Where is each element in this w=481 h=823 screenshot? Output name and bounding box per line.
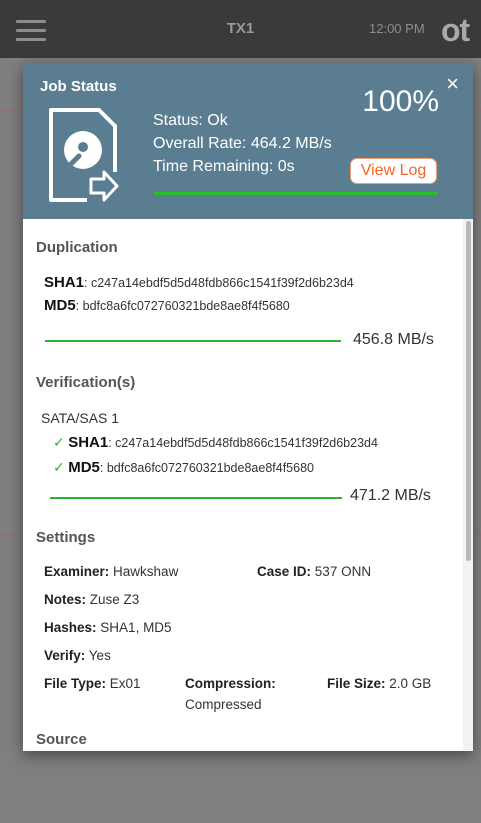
- file-type-value: Ex01: [109, 676, 141, 691]
- notes-label: Notes:: [44, 592, 87, 607]
- app-bar: TX1 12:00 PM ot: [0, 0, 481, 58]
- verify-value: Yes: [88, 648, 111, 663]
- setting-file-size: File Size: 2.0 GB: [327, 673, 431, 694]
- verification-rate: 471.2 MB/s: [350, 487, 431, 504]
- setting-compression: Compression: Compressed: [185, 673, 276, 715]
- sha1-label: SHA1: [68, 434, 109, 451]
- dialog-scrollbar[interactable]: [463, 219, 473, 751]
- md5-label: MD5: [44, 297, 76, 314]
- examiner-value: Hawkshaw: [113, 564, 179, 579]
- case-id-value: 537 ONN: [314, 564, 372, 579]
- verification-md5: ✓ MD5: bdfc8a6fc072760321bde8ae8f4f5680: [53, 459, 314, 476]
- setting-examiner: Examiner: Hawkshaw: [44, 561, 178, 582]
- overall-rate: Overall Rate: 464.2 MB/s: [153, 135, 332, 152]
- job-status-dialog: Job Status × 100% Status: Ok Overall Rat…: [23, 63, 473, 751]
- case-id-label: Case ID:: [257, 564, 312, 579]
- completion-percent: 100%: [362, 85, 439, 118]
- file-size-value: 2.0 GB: [389, 676, 432, 691]
- hashes-value: SHA1, MD5: [100, 620, 172, 635]
- verification-heading: Verification(s): [36, 374, 136, 391]
- verification-device: SATA/SAS 1: [41, 410, 120, 426]
- md5-value: : bdfc8a6fc072760321bde8ae8f4f5680: [99, 461, 314, 475]
- dialog-title: Job Status: [40, 78, 117, 95]
- job-status-lines: Status: Ok Overall Rate: 464.2 MB/s Time…: [153, 109, 332, 178]
- time-remaining: Time Remaining: 0s: [153, 158, 295, 175]
- clock: 12:00 PM: [369, 21, 425, 36]
- setting-file-type: File Type: Ex01: [44, 673, 141, 694]
- compression-value: Compressed: [185, 697, 262, 712]
- sha1-value: : c247a14ebdf5d5d48fdb866c1541f39f2d6b23…: [108, 436, 378, 450]
- brand-logo: ot: [441, 12, 470, 48]
- setting-verify: Verify: Yes: [44, 645, 111, 666]
- duplication-progress: [45, 340, 341, 342]
- verification-progress: [50, 497, 342, 499]
- job-status-header: Job Status × 100% Status: Ok Overall Rat…: [23, 63, 473, 219]
- setting-notes: Notes: Zuse Z3: [44, 589, 139, 610]
- duplication-sha1: SHA1: c247a14ebdf5d5d48fdb866c1541f39f2d…: [44, 274, 354, 291]
- hard-drive-export-icon: [49, 108, 119, 202]
- sha1-value: : c247a14ebdf5d5d48fdb866c1541f39f2d6b23…: [84, 276, 354, 290]
- setting-hashes: Hashes: SHA1, MD5: [44, 617, 172, 638]
- checkmark-icon: ✓: [53, 434, 65, 450]
- md5-label: MD5: [68, 459, 100, 476]
- close-icon[interactable]: ×: [446, 73, 459, 95]
- file-type-label: File Type:: [44, 676, 107, 691]
- dialog-body: Duplication SHA1: c247a14ebdf5d5d48fdb86…: [23, 219, 463, 751]
- status-text: Status: Ok: [153, 112, 228, 129]
- view-log-button[interactable]: View Log: [350, 158, 437, 184]
- checkmark-icon: ✓: [53, 459, 65, 475]
- verification-sha1: ✓ SHA1: c247a14ebdf5d5d48fdb866c1541f39f…: [53, 434, 378, 451]
- compression-label: Compression:: [185, 676, 276, 691]
- duplication-heading: Duplication: [36, 239, 118, 256]
- examiner-label: Examiner:: [44, 564, 110, 579]
- settings-heading: Settings: [36, 529, 96, 546]
- duplication-md5: MD5: bdfc8a6fc072760321bde8ae8f4f5680: [44, 297, 290, 314]
- notes-value: Zuse Z3: [89, 592, 140, 607]
- scrollbar-thumb[interactable]: [466, 221, 471, 561]
- source-heading: Source: [36, 731, 87, 748]
- hashes-label: Hashes:: [44, 620, 97, 635]
- setting-case-id: Case ID: 537 ONN: [257, 561, 371, 582]
- verify-label: Verify:: [44, 648, 86, 663]
- job-progress-bar: [154, 192, 438, 195]
- md5-value: : bdfc8a6fc072760321bde8ae8f4f5680: [75, 299, 290, 313]
- sha1-label: SHA1: [44, 274, 85, 291]
- file-size-label: File Size:: [327, 676, 386, 691]
- duplication-rate: 456.8 MB/s: [353, 331, 434, 348]
